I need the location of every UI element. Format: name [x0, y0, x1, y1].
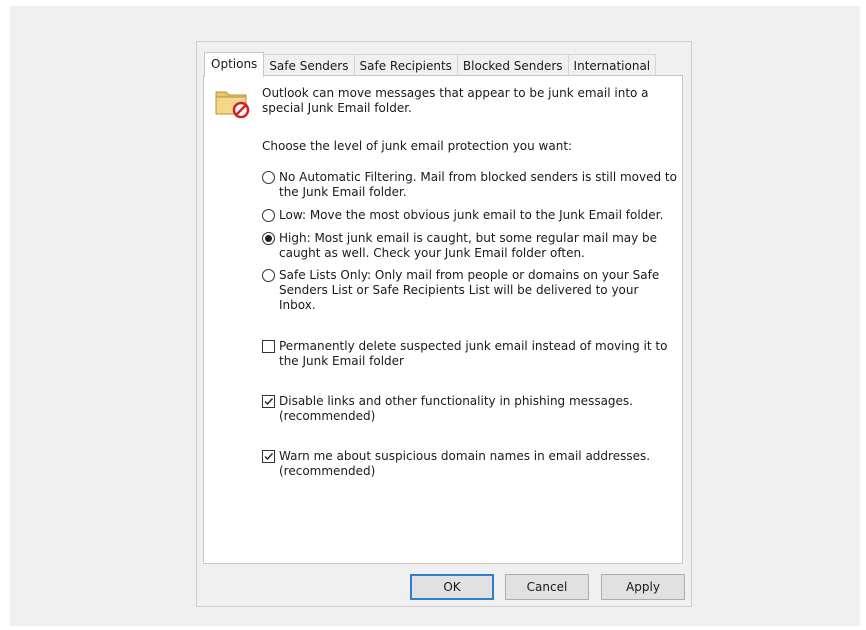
- tab-options[interactable]: Options: [204, 52, 265, 77]
- check-label: Disable links and other functionality in…: [279, 394, 633, 423]
- junk-email-options-dialog: Options Safe Senders Safe Recipients Blo…: [196, 41, 692, 607]
- tab-strip: Options Safe Senders Safe Recipients Blo…: [204, 52, 657, 77]
- check-disable-phishing-links[interactable]: Disable links and other functionality in…: [262, 394, 678, 424]
- radio-low[interactable]: [262, 209, 275, 222]
- tab-blocked-senders[interactable]: Blocked Senders: [456, 54, 569, 76]
- option-low[interactable]: Low: Move the most obvious junk email to…: [262, 208, 678, 223]
- ok-button[interactable]: OK: [410, 574, 494, 600]
- cancel-button[interactable]: Cancel: [505, 574, 589, 600]
- radio-high[interactable]: [262, 232, 275, 245]
- checkbox-warn-suspicious-domains[interactable]: [262, 450, 275, 463]
- radio-safe-lists-only[interactable]: [262, 269, 275, 282]
- apply-button[interactable]: Apply: [601, 574, 685, 600]
- checkmark-icon: [264, 453, 274, 461]
- intro-text: Outlook can move messages that appear to…: [262, 86, 649, 115]
- radio-no-automatic-filtering[interactable]: [262, 171, 275, 184]
- options-panel: Outlook can move messages that appear to…: [203, 75, 683, 564]
- option-label: Low: Move the most obvious junk email to…: [279, 208, 664, 222]
- tab-safe-recipients[interactable]: Safe Recipients: [353, 54, 458, 76]
- tab-international[interactable]: International: [567, 54, 657, 76]
- check-label: Warn me about suspicious domain names in…: [279, 449, 651, 478]
- check-warn-suspicious-domains[interactable]: Warn me about suspicious domain names in…: [262, 449, 678, 479]
- check-label: Permanently delete suspected junk email …: [279, 339, 668, 368]
- option-label: High: Most junk email is caught, but som…: [279, 231, 658, 260]
- checkbox-disable-phishing-links[interactable]: [262, 395, 275, 408]
- option-label: Safe Lists Only: Only mail from people o…: [279, 268, 660, 312]
- option-safe-lists-only[interactable]: Safe Lists Only: Only mail from people o…: [262, 268, 678, 313]
- option-no-automatic-filtering[interactable]: No Automatic Filtering. Mail from blocke…: [262, 170, 678, 200]
- junk-folder-icon: [214, 84, 250, 120]
- check-permanently-delete[interactable]: Permanently delete suspected junk email …: [262, 339, 678, 369]
- tab-safe-senders[interactable]: Safe Senders: [263, 54, 355, 76]
- option-high[interactable]: High: Most junk email is caught, but som…: [262, 231, 678, 261]
- option-label: No Automatic Filtering. Mail from blocke…: [279, 170, 677, 199]
- checkmark-icon: [264, 398, 274, 406]
- protection-level-prompt: Choose the level of junk email protectio…: [262, 139, 573, 153]
- checkbox-permanently-delete[interactable]: [262, 340, 275, 353]
